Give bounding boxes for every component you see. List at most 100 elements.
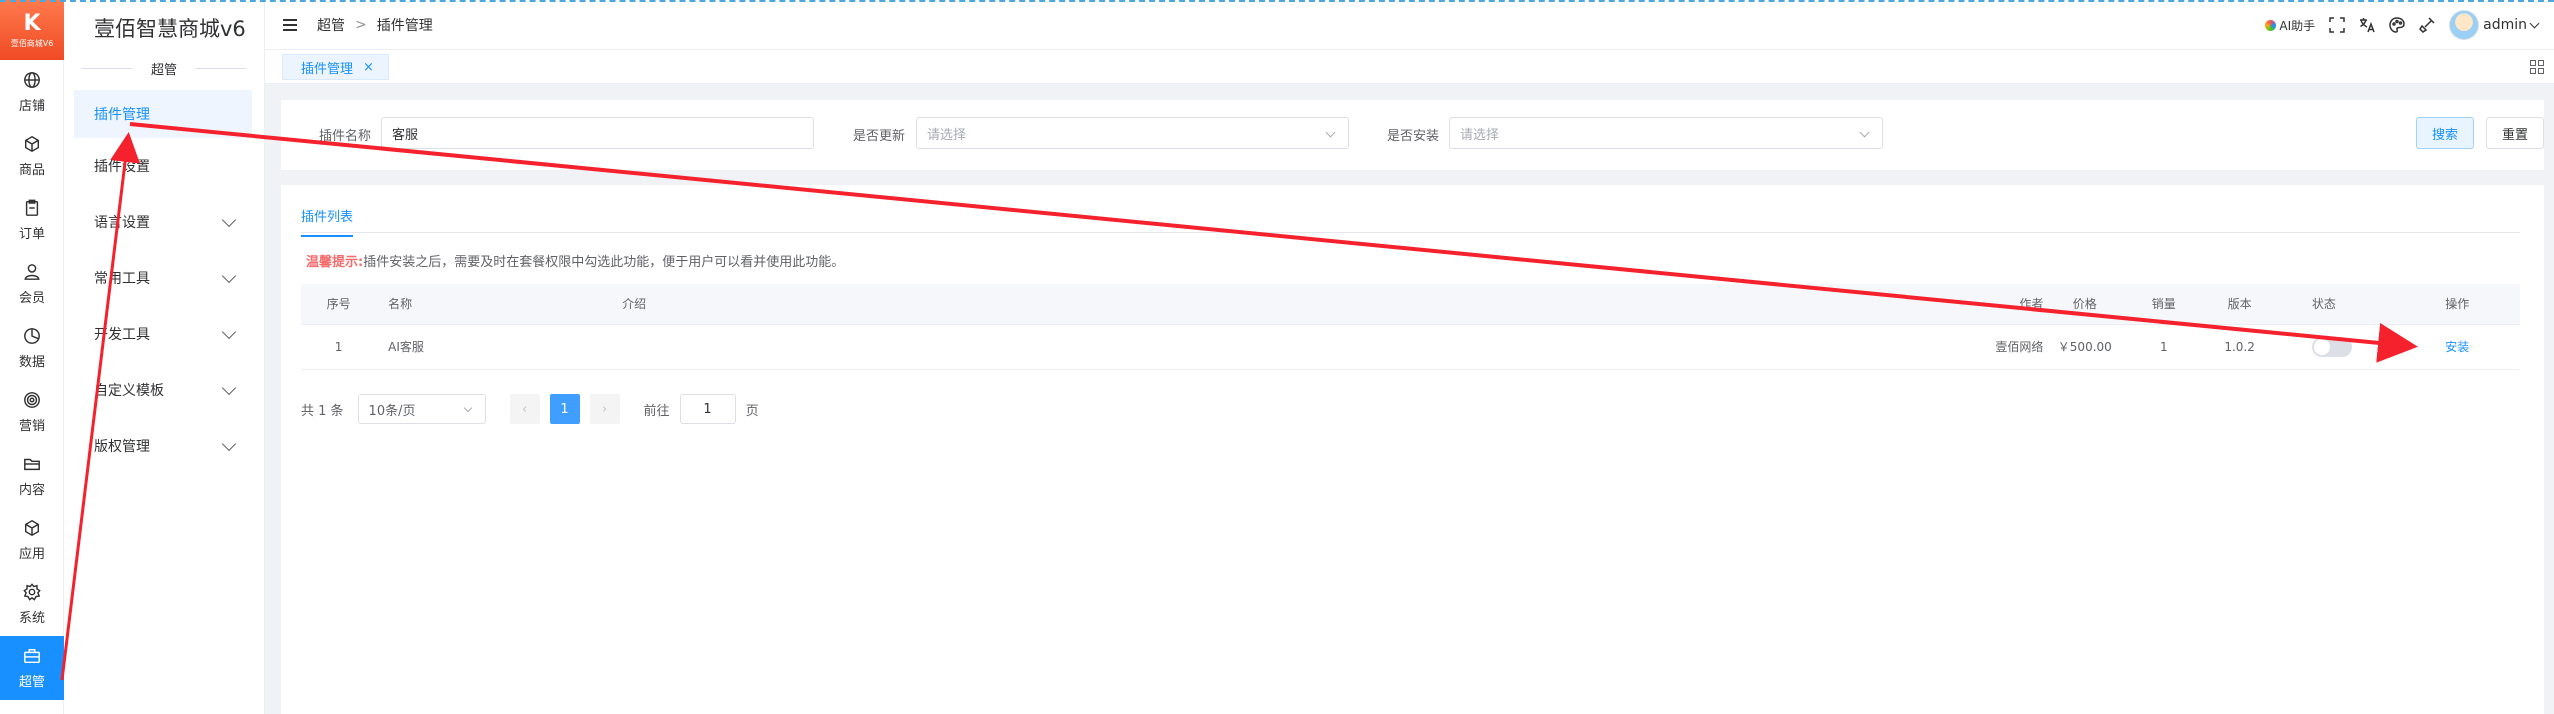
plugin-name-label: 插件名称 bbox=[319, 129, 372, 144]
reset-button[interactable]: 重置 bbox=[2486, 117, 2544, 149]
chevron-down-icon bbox=[221, 436, 237, 452]
sidebar-item-plugin-settings[interactable]: 插件设置 bbox=[64, 138, 264, 194]
rail-item-label: 数据 bbox=[18, 354, 45, 370]
rail-item-members[interactable]: 会员 bbox=[0, 252, 64, 316]
table-header-row: 序号 名称 介绍 作者 价格 销量 版本 状态 操作 bbox=[301, 284, 2520, 325]
plugin-name-value: 客服 bbox=[392, 127, 419, 143]
translate-icon[interactable] bbox=[2359, 17, 2375, 33]
page-number-button[interactable]: 1 bbox=[549, 394, 580, 424]
ai-logo-icon bbox=[2265, 19, 2277, 31]
plugin-name-input[interactable]: 客服 bbox=[381, 117, 814, 149]
tip-label: 温馨提示: bbox=[306, 255, 364, 270]
sidebar-section-title: 超管 bbox=[151, 62, 178, 78]
target-icon bbox=[24, 391, 40, 408]
fullscreen-icon[interactable] bbox=[2329, 17, 2345, 33]
breadcrumb-item-current: 插件管理 bbox=[376, 17, 433, 34]
chevron-down-icon bbox=[463, 403, 472, 413]
folder-icon bbox=[24, 458, 40, 470]
menu-toggle-icon[interactable] bbox=[283, 18, 297, 31]
sidebar-item-plugin-management[interactable]: 插件管理 bbox=[74, 90, 252, 138]
cell-price: ￥500.00 bbox=[2043, 324, 2127, 370]
rail-item-content[interactable]: 内容 bbox=[0, 444, 64, 508]
column-header: 作者 bbox=[1977, 284, 2044, 325]
rail-item-store[interactable]: 店铺 bbox=[0, 60, 64, 124]
pagination-total: 共 1 条 bbox=[301, 403, 344, 419]
page-size-select[interactable]: 10条/页 bbox=[357, 394, 486, 424]
rail-item-apps[interactable]: 应用 bbox=[0, 508, 64, 572]
sidebar-item-label: 自定义模板 bbox=[94, 383, 164, 399]
sidebar-item-dev-tools[interactable]: 开发工具 bbox=[64, 306, 264, 362]
clipboard-icon bbox=[25, 199, 39, 216]
cell-action: 安装 bbox=[2394, 324, 2520, 370]
search-button[interactable]: 搜索 bbox=[2416, 117, 2475, 149]
column-header: 状态 bbox=[2277, 284, 2395, 325]
chevron-down-icon bbox=[221, 268, 237, 284]
cell-name: AI客服 bbox=[376, 324, 611, 370]
header-actions: AI助手 admin bbox=[2265, 0, 2540, 50]
next-page-button[interactable]: › bbox=[589, 394, 620, 424]
cell-version: 1.0.2 bbox=[2201, 324, 2278, 370]
app-logo[interactable]: K 壹佰商城V6 bbox=[0, 0, 64, 60]
pagination: 共 1 条 10条/页 ‹ 1 › 前往 1 页 bbox=[301, 394, 759, 424]
tab-label: 插件管理 bbox=[301, 61, 354, 77]
sidebar-item-label: 语言设置 bbox=[94, 215, 150, 231]
is-installed-select[interactable]: 请选择 bbox=[1449, 117, 1883, 149]
column-header: 序号 bbox=[301, 284, 377, 325]
rail-item-orders[interactable]: 订单 bbox=[0, 188, 64, 252]
rail-item-label: 订单 bbox=[18, 226, 45, 242]
top-header: 超管 > 插件管理 AI助手 admin bbox=[265, 0, 2554, 50]
rail-item-label: 商品 bbox=[18, 162, 45, 178]
tab-plugin-management[interactable]: 插件管理 × bbox=[282, 54, 389, 80]
status-toggle[interactable] bbox=[2311, 336, 2352, 357]
close-icon[interactable]: × bbox=[363, 60, 374, 75]
tip-text: 插件安装之后，需要及时在套餐权限中勾选此功能，便于用户可以看并使用此功能。 bbox=[363, 255, 845, 270]
is-updated-select[interactable]: 请选择 bbox=[916, 117, 1349, 149]
palette-icon[interactable] bbox=[2389, 17, 2405, 33]
column-header: 价格 bbox=[2043, 284, 2127, 325]
cell-intro bbox=[610, 324, 1978, 370]
rail-item-label: 营销 bbox=[18, 418, 45, 434]
secondary-sidebar: 壹佰智慧商城v6 超管 插件管理 插件设置 语言设置 常用工具 开发工具 自定义… bbox=[64, 0, 265, 714]
clean-brush-icon[interactable] bbox=[2419, 17, 2435, 33]
sidebar-item-label: 开发工具 bbox=[94, 327, 150, 343]
rail-item-label: 会员 bbox=[18, 290, 45, 306]
pie-chart-icon bbox=[24, 327, 40, 344]
user-menu[interactable]: admin bbox=[2449, 10, 2540, 40]
page-tabs-bar: 插件管理 × bbox=[265, 50, 2554, 84]
rail-item-data[interactable]: 数据 bbox=[0, 316, 64, 380]
avatar bbox=[2449, 10, 2480, 40]
sidebar-item-custom-templates[interactable]: 自定义模板 bbox=[64, 362, 264, 418]
sidebar-item-label: 常用工具 bbox=[94, 271, 150, 287]
sidebar-section-header: 超管 bbox=[64, 58, 264, 78]
prev-page-button[interactable]: ‹ bbox=[509, 394, 540, 424]
rail-item-super-admin[interactable]: 超管 bbox=[0, 636, 64, 700]
rail-item-marketing[interactable]: 营销 bbox=[0, 380, 64, 444]
grid-menu-icon[interactable] bbox=[2530, 60, 2544, 74]
breadcrumb-separator: > bbox=[355, 16, 367, 33]
rail-item-system[interactable]: 系统 bbox=[0, 572, 64, 636]
filter-panel: 插件名称 客服 是否更新 请选择 是否安装 请选择 搜索 重置 bbox=[281, 100, 2544, 170]
gear-icon bbox=[23, 582, 41, 601]
page-size-value: 10条/页 bbox=[368, 403, 416, 419]
user-icon bbox=[24, 263, 40, 280]
rail-item-goods[interactable]: 商品 bbox=[0, 124, 64, 188]
sidebar-item-common-tools[interactable]: 常用工具 bbox=[64, 250, 264, 306]
goto-page-input[interactable]: 1 bbox=[679, 394, 736, 424]
ai-assistant-button[interactable]: AI助手 bbox=[2265, 17, 2315, 34]
column-header: 操作 bbox=[2394, 284, 2520, 325]
install-button[interactable]: 安装 bbox=[2445, 340, 2469, 354]
rail-item-label: 店铺 bbox=[18, 98, 45, 114]
app-name: 壹佰智慧商城v6 bbox=[94, 17, 246, 41]
divider bbox=[301, 232, 2520, 233]
chevron-down-icon bbox=[1325, 127, 1336, 138]
cell-author: 壹佰网络 bbox=[1977, 324, 2044, 370]
sidebar-item-copyright[interactable]: 版权管理 bbox=[64, 418, 264, 474]
is-updated-label: 是否更新 bbox=[853, 129, 906, 144]
table-row: 1 AI客服 壹佰网络 ￥500.00 1 1.0.2 安装 bbox=[301, 324, 2520, 370]
sidebar-item-label: 插件管理 bbox=[94, 107, 150, 123]
sidebar-item-language-settings[interactable]: 语言设置 bbox=[64, 194, 264, 250]
rail-item-label: 系统 bbox=[18, 610, 45, 626]
goto-label: 前往 bbox=[643, 403, 670, 419]
breadcrumb-item[interactable]: 超管 bbox=[317, 15, 345, 35]
is-installed-label: 是否安装 bbox=[1387, 129, 1440, 144]
